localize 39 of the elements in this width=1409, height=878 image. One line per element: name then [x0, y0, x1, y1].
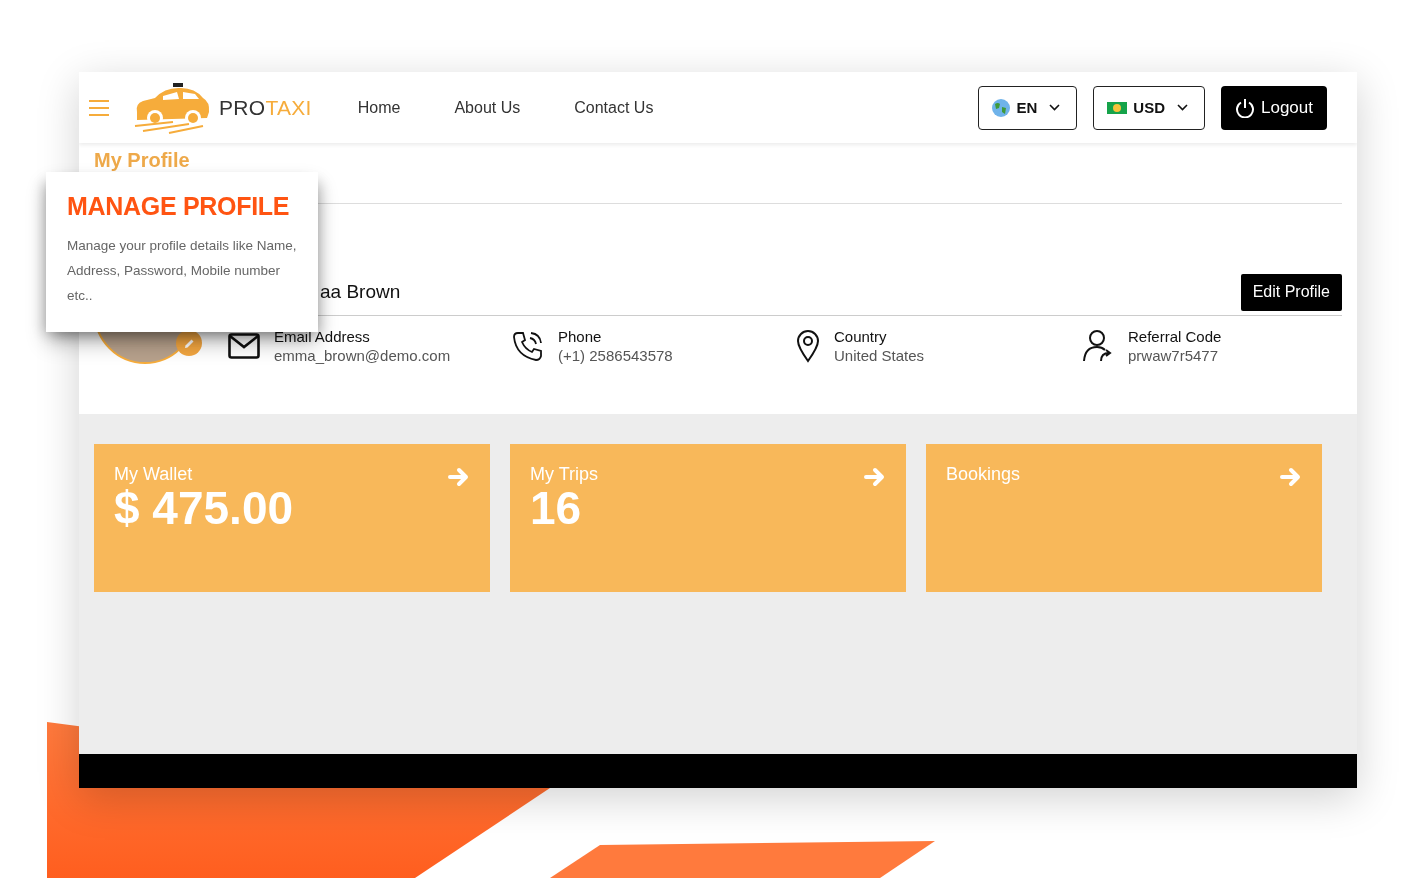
power-icon [1235, 97, 1255, 118]
detail-label: Phone [558, 328, 603, 345]
menu-icon[interactable] [89, 99, 109, 116]
pencil-icon [183, 337, 195, 349]
taxi-car-logo-icon [133, 81, 211, 134]
edit-photo-button[interactable] [176, 330, 202, 356]
detail-value: United States [834, 347, 925, 364]
envelope-icon [228, 333, 260, 359]
logout-button[interactable]: Logout [1221, 85, 1327, 130]
user-arrow-icon [1082, 329, 1114, 363]
edit-profile-button[interactable]: Edit Profile [1240, 273, 1342, 311]
brand-name: PROTAXI [219, 95, 312, 120]
card-value: 16 [530, 485, 582, 531]
card-value: $ 475.00 [114, 485, 294, 531]
card-title: Bookings [946, 464, 1021, 485]
detail-label: Country [834, 328, 888, 345]
phone-icon [512, 330, 544, 362]
arrow-right-icon[interactable] [448, 466, 470, 488]
user-name: aa Brown [320, 281, 401, 303]
chevron-down-icon [1049, 104, 1061, 111]
nav-link[interactable]: Contact Us [574, 98, 654, 117]
detail-value: (+1) 2586543578 [558, 347, 673, 364]
currency-dropdown[interactable]: USD [1093, 85, 1205, 130]
nav-link[interactable]: Home [357, 98, 401, 117]
detail-value: prwaw7r5477 [1128, 347, 1220, 364]
detail-label: Referral Code [1128, 328, 1222, 345]
location-pin-icon [796, 329, 820, 363]
arrow-right-icon[interactable] [1280, 466, 1302, 488]
detail-value: emma_brown@demo.com [274, 347, 451, 364]
card-title: My Wallet [114, 464, 193, 485]
arrow-right-icon[interactable] [864, 466, 886, 488]
globe-icon [992, 98, 1011, 117]
card-title: My Trips [530, 464, 598, 485]
chevron-down-icon [1177, 104, 1188, 111]
info-card-text: Manage your profile details like Name, Address, Password, Mobile number etc.. [67, 237, 298, 305]
nav-link[interactable]: About Us [454, 98, 521, 117]
language-dropdown[interactable]: EN [978, 85, 1078, 130]
detail-label: Email Address [274, 328, 371, 345]
banknote-icon [1107, 101, 1128, 114]
